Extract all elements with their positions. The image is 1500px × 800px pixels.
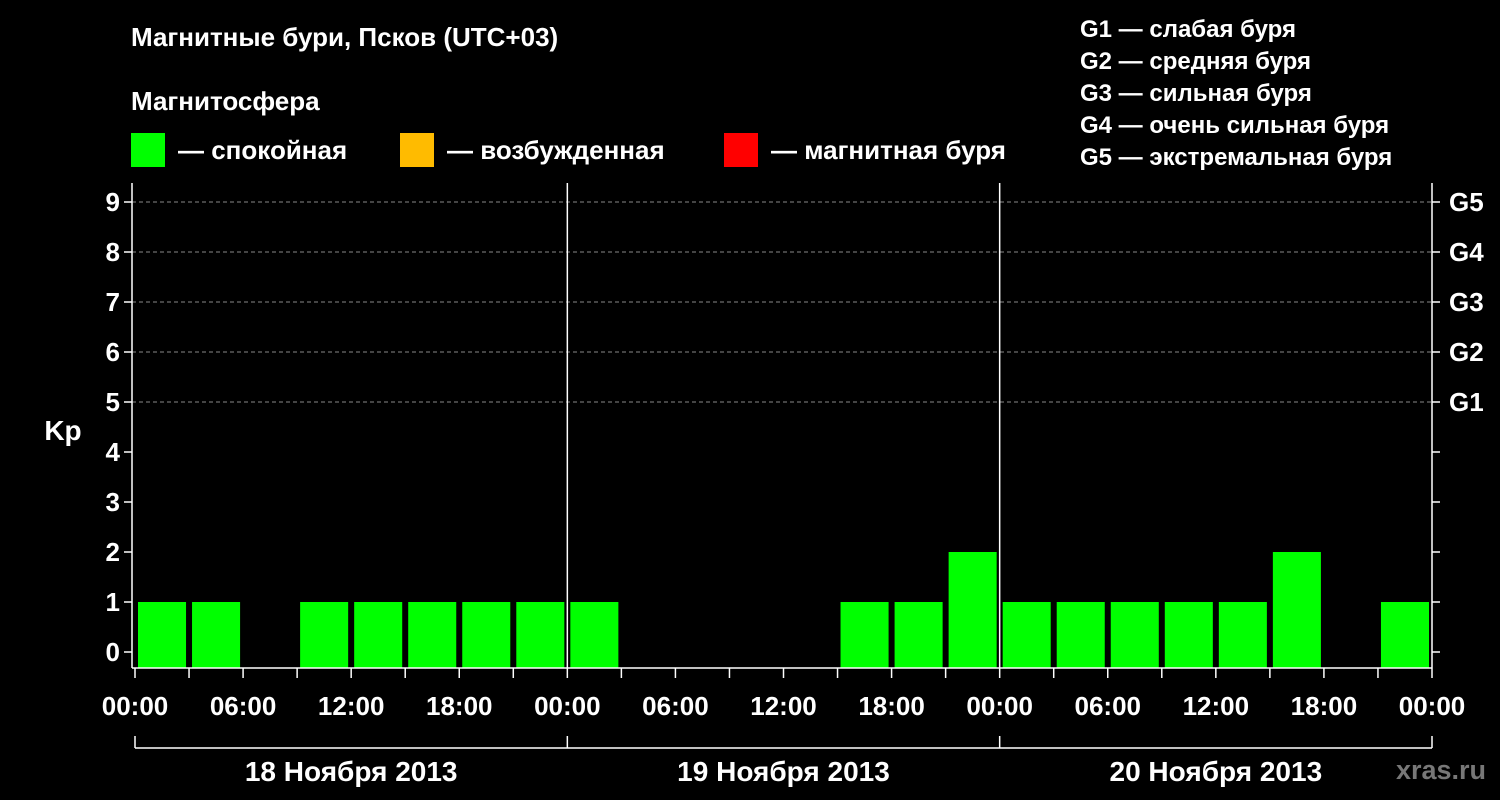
g-level-label: G1 xyxy=(1449,387,1484,417)
x-tick-label: 06:00 xyxy=(642,691,709,721)
kp-bar xyxy=(1218,602,1267,668)
day-label: 19 Ноября 2013 xyxy=(677,756,890,787)
kp-bar xyxy=(462,602,511,668)
x-tick-label: 18:00 xyxy=(858,691,925,721)
kp-bar xyxy=(1380,602,1429,668)
kp-bar xyxy=(408,602,457,668)
kp-bar xyxy=(192,602,241,668)
y-tick-label: 9 xyxy=(106,187,120,217)
kp-bar xyxy=(894,602,943,668)
kp-bar xyxy=(570,602,619,668)
y-tick-label: 5 xyxy=(106,387,120,417)
kp-bar xyxy=(1110,602,1159,668)
watermark: xras.ru xyxy=(1395,755,1486,785)
y-tick-label: 0 xyxy=(106,637,120,667)
day-label: 20 Ноября 2013 xyxy=(1110,756,1323,787)
y-axis-label: Kp xyxy=(44,415,81,446)
kp-chart: 0 1 2 3 4 5 6 7 8 9 G1 G2 G3 G4 G5 Kp 00:00 06:00 12:00 18:… xyxy=(44,183,1484,787)
kp-bar xyxy=(840,602,889,668)
y-tick-label: 8 xyxy=(106,237,120,267)
kp-bar xyxy=(354,602,403,668)
x-tick-label: 00:00 xyxy=(966,691,1033,721)
g-level-label: G2 xyxy=(1449,337,1484,367)
x-tick-label: 12:00 xyxy=(750,691,817,721)
kp-bar xyxy=(1164,602,1213,668)
kp-bar xyxy=(516,602,565,668)
x-tick-label: 06:00 xyxy=(1075,691,1142,721)
x-tick-label: 12:00 xyxy=(318,691,385,721)
y-tick-label: 7 xyxy=(106,287,120,317)
x-tick-label: 12:00 xyxy=(1183,691,1250,721)
x-tick-label: 18:00 xyxy=(1291,691,1358,721)
kp-bar xyxy=(1272,552,1321,668)
kp-bar xyxy=(1002,602,1051,668)
y-tick-label: 1 xyxy=(106,587,120,617)
x-tick-label: 00:00 xyxy=(102,691,169,721)
y-tick-label: 4 xyxy=(106,437,121,467)
kp-bar xyxy=(300,602,349,668)
g-level-label: G3 xyxy=(1449,287,1484,317)
g-level-label: G4 xyxy=(1449,237,1484,267)
x-tick-label: 00:00 xyxy=(534,691,601,721)
kp-bar xyxy=(1056,602,1105,668)
x-tick-label: 00:00 xyxy=(1399,691,1466,721)
x-tick-label: 06:00 xyxy=(210,691,277,721)
kp-bar xyxy=(138,602,187,668)
x-tick-label: 18:00 xyxy=(426,691,493,721)
g-level-label: G5 xyxy=(1449,187,1484,217)
y-tick-label: 6 xyxy=(106,337,120,367)
day-label: 18 Ноября 2013 xyxy=(245,756,458,787)
y-tick-label: 3 xyxy=(106,487,120,517)
kp-bar xyxy=(948,552,997,668)
y-tick-label: 2 xyxy=(106,537,120,567)
